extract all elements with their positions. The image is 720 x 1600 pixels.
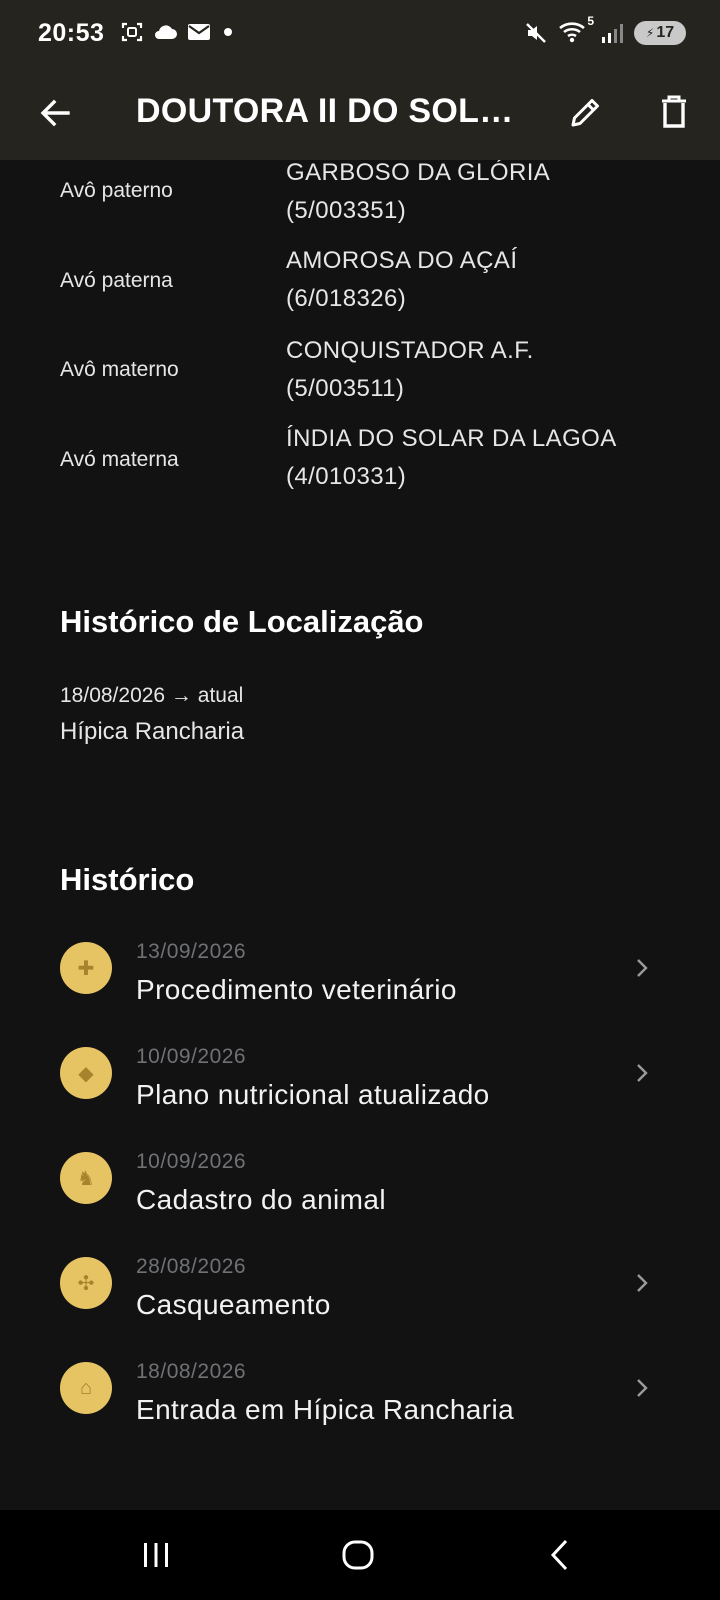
- chevron-right-icon: [637, 959, 648, 977]
- pencil-icon: [571, 99, 599, 127]
- medical-kit-icon: ✚: [60, 942, 112, 994]
- wifi-icon: 5: [558, 14, 594, 46]
- home-icon: [342, 1540, 374, 1570]
- delete-button[interactable]: [648, 86, 700, 138]
- battery-level: 17: [656, 24, 675, 41]
- pedigree-code: (5/003351): [286, 197, 407, 224]
- wifi-badge: 5: [587, 14, 594, 28]
- app-bar: DOUTORA II DO SOL…: [0, 68, 720, 160]
- history-item[interactable]: ⌂ 18/08/2026 Entrada em Hípica Rancharia: [0, 1360, 720, 1456]
- arrow-left-icon: [40, 99, 70, 127]
- horseshoe-icon: ✣: [60, 1257, 112, 1309]
- mail-icon: [188, 24, 210, 40]
- mute-icon: [526, 23, 546, 43]
- recent-apps-icon: [144, 1543, 168, 1567]
- barn-icon: ⌂: [60, 1362, 112, 1414]
- pedigree-label: Avó materna: [60, 448, 179, 471]
- history-item[interactable]: ✣ 28/08/2026 Casqueamento: [0, 1255, 720, 1351]
- history-item[interactable]: ◆ 10/09/2026 Plano nutricional atualizad…: [0, 1045, 720, 1141]
- history-item-title: Casqueamento: [136, 1289, 331, 1320]
- pedigree-name: GARBOSO DA GLÓRIA: [286, 160, 551, 186]
- home-button[interactable]: [328, 1530, 388, 1580]
- history-item-title: Cadastro do animal: [136, 1184, 386, 1215]
- status-time: 20:53: [38, 19, 105, 47]
- pedigree-code: (5/003511): [286, 375, 405, 402]
- chevron-right-icon: [637, 1064, 648, 1082]
- pedigree-name: CONQUISTADOR A.F.: [286, 337, 534, 364]
- pedigree-name: ÍNDIA DO SOLAR DA LAGOA: [286, 425, 617, 452]
- history-date: 28/08/2026: [136, 1255, 247, 1278]
- location-history-title: Histórico de Localização: [60, 604, 424, 639]
- charging-leaf-icon: ⚡: [645, 26, 655, 40]
- pedigree-value: GARBOSO DA GLÓRIA (5/003351): [286, 160, 550, 230]
- history-date: 10/09/2026: [136, 1150, 247, 1173]
- edit-button[interactable]: [560, 86, 612, 138]
- history-item[interactable]: ♞ 10/09/2026 Cadastro do animal: [0, 1150, 720, 1246]
- recent-apps-button[interactable]: [126, 1530, 186, 1580]
- history-item[interactable]: ✚ 13/09/2026 Procedimento veterinário: [0, 940, 720, 1036]
- status-bar: 20:53 5 ⚡ 17: [0, 0, 720, 68]
- chevron-right-icon: [637, 1379, 648, 1397]
- pedigree-code: (4/010331): [286, 463, 407, 490]
- pedigree-name: AMOROSA DO AÇAÍ: [286, 247, 518, 274]
- history-item-title: Plano nutricional atualizado: [136, 1079, 490, 1110]
- history-date: 13/09/2026: [136, 940, 247, 963]
- nav-back-icon: [550, 1539, 568, 1571]
- pedigree-label: Avó paterna: [60, 269, 173, 292]
- history-date: 10/09/2026: [136, 1045, 247, 1068]
- signal-icon: [602, 24, 623, 43]
- status-icons-right: 5 ⚡ 17: [524, 14, 686, 46]
- chevron-right-icon: [637, 1274, 648, 1292]
- nav-back-button[interactable]: [530, 1530, 590, 1580]
- system-nav-bar: [0, 1510, 720, 1600]
- feed-bucket-icon: ◆: [60, 1047, 112, 1099]
- history-item-title: Procedimento veterinário: [136, 974, 457, 1005]
- location-place: Hípica Rancharia: [60, 718, 245, 745]
- pedigree-code: (6/018326): [286, 285, 407, 312]
- trash-icon: [662, 95, 686, 128]
- dot-icon: [224, 28, 232, 36]
- pedigree-value: CONQUISTADOR A.F. (5/003511): [286, 332, 534, 408]
- pedigree-value: AMOROSA DO AÇAÍ (6/018326): [286, 242, 517, 318]
- location-dates: 18/08/2026 → atual: [60, 684, 244, 707]
- pedigree-value: ÍNDIA DO SOLAR DA LAGOA (4/010331): [286, 420, 617, 496]
- horse-head-icon: ♞: [60, 1152, 112, 1204]
- history-title: Histórico: [60, 862, 195, 897]
- history-item-title: Entrada em Hípica Rancharia: [136, 1394, 515, 1425]
- history-date: 18/08/2026: [136, 1360, 247, 1383]
- cloud-icon: [155, 25, 177, 39]
- battery-icon: ⚡ 17: [634, 21, 686, 45]
- pedigree-label: Avô materno: [60, 358, 179, 381]
- pedigree-label: Avô paterno: [60, 179, 173, 202]
- back-button[interactable]: [30, 88, 80, 138]
- screenshot-icon: [121, 22, 143, 42]
- page-title: DOUTORA II DO SOL…: [136, 92, 514, 130]
- content-scroll[interactable]: Avô paterno GARBOSO DA GLÓRIA (5/003351)…: [0, 160, 720, 1510]
- status-icons-left: [120, 20, 236, 44]
